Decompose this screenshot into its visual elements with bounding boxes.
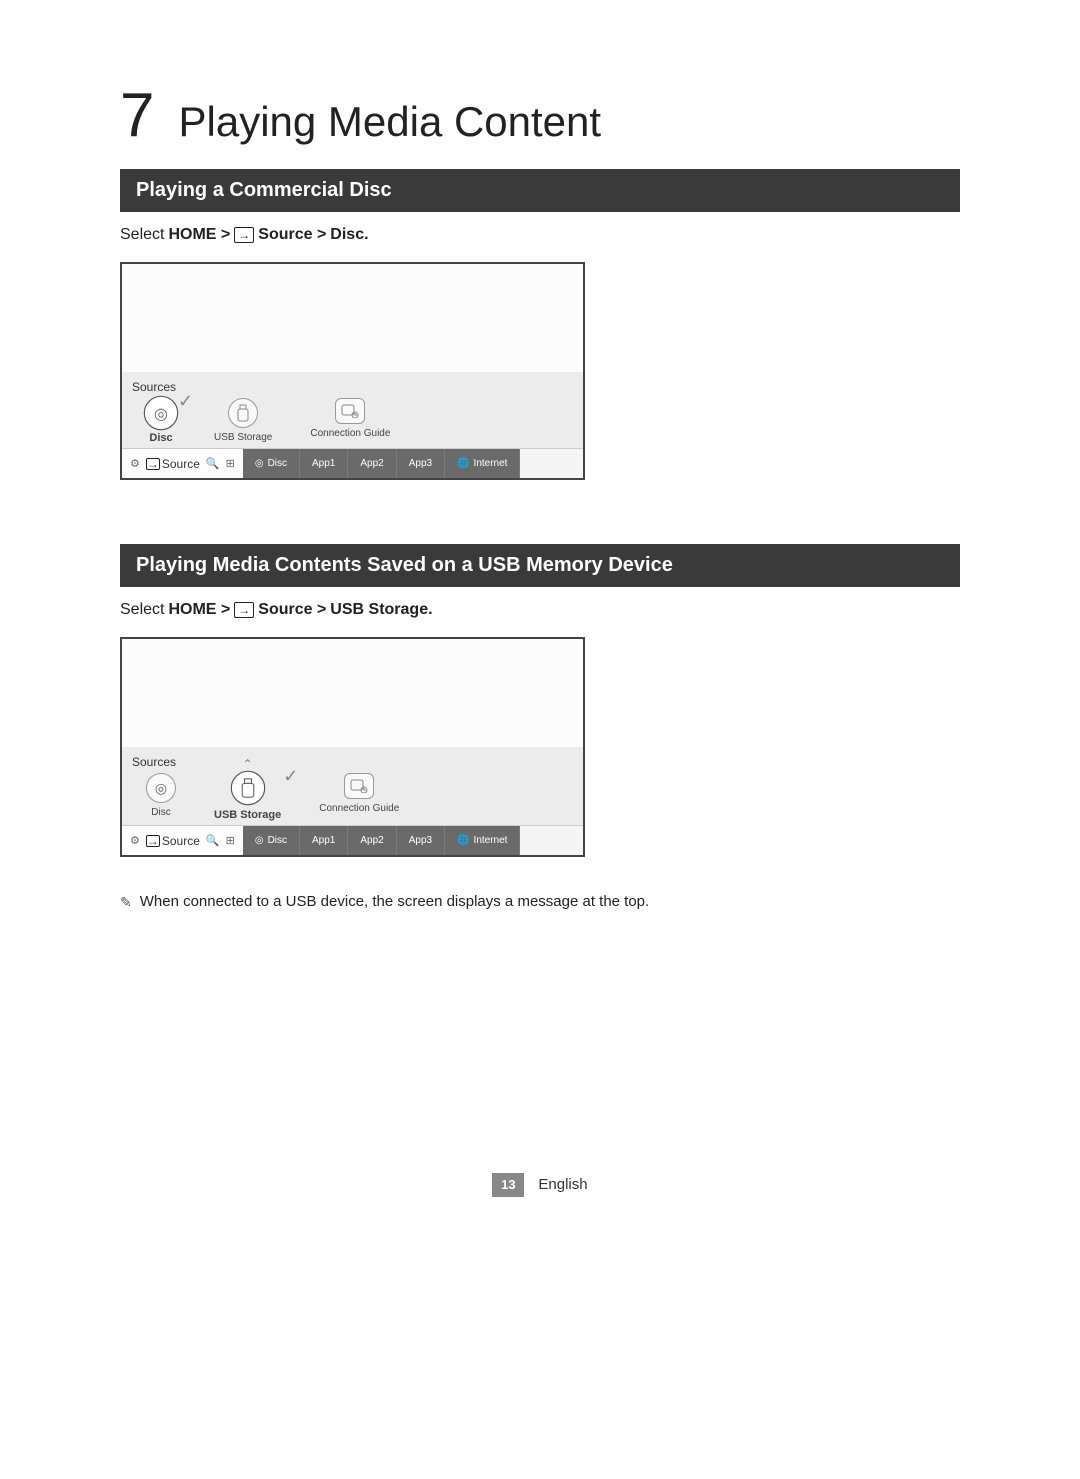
apps-grid-icon[interactable]: ⊞ — [226, 834, 235, 847]
source-usb[interactable]: USB Storage — [214, 398, 272, 443]
instruction-disc: Select HOME > Source > Disc. — [120, 226, 960, 244]
gear-icon[interactable]: ⚙ — [130, 834, 140, 847]
tv-screenshot-disc: Sources ✓ ◎ Disc USB Storage — [120, 262, 585, 480]
source-disc[interactable]: ✓ ◎ Disc — [146, 398, 176, 444]
guide-icon — [335, 398, 365, 424]
chip-disc[interactable]: ◎ Disc — [243, 449, 300, 478]
chip-disc[interactable]: ◎ Disc — [243, 826, 300, 855]
tv-display-area — [122, 264, 583, 372]
instr-home: HOME > — [168, 601, 230, 619]
section-heading-commercial-disc: Playing a Commercial Disc — [120, 169, 960, 212]
launcher-spacer — [520, 449, 583, 478]
source-icons-row: ✓ ◎ Disc USB Storage Connection Guide — [132, 398, 573, 444]
instr-source: Source > — [258, 226, 326, 244]
source-usb-label: USB Storage — [214, 809, 281, 821]
usb-icon — [230, 771, 265, 806]
source-icon — [146, 458, 160, 470]
source-icon — [234, 602, 254, 618]
chip-internet[interactable]: 🌐 Internet — [445, 826, 520, 855]
source-guide-label: Connection Guide — [310, 428, 390, 439]
chip-internet-label: Internet — [474, 835, 508, 846]
disc-icon: ◎ — [255, 458, 264, 469]
note-bullet-icon: ✎ — [120, 893, 132, 913]
source-usb[interactable]: ⌃ ✓ USB Storage — [214, 773, 281, 821]
page-footer: 13 English — [120, 1173, 960, 1197]
launcher-bar: ⚙ Source 🔍 ⊞ ◎ Disc App1 App2 App3 🌐 I — [122, 825, 583, 855]
source-guide[interactable]: Connection Guide — [310, 398, 390, 439]
source-guide[interactable]: Connection Guide — [319, 773, 399, 814]
chip-internet-label: Internet — [474, 458, 508, 469]
chip-app1[interactable]: App1 — [300, 826, 348, 855]
disc-icon: ◎ — [146, 773, 176, 803]
globe-icon: 🌐 — [457, 458, 469, 469]
sources-row: Sources ✓ ◎ Disc USB Storage — [122, 372, 583, 448]
sources-row: Sources ◎ Disc ⌃ ✓ USB Storage — [122, 747, 583, 825]
sources-label: Sources — [132, 755, 573, 769]
page-number: 13 — [492, 1173, 524, 1197]
launcher-source-word: Source — [162, 457, 200, 471]
launcher-left: ⚙ Source 🔍 ⊞ — [122, 826, 243, 855]
chip-internet[interactable]: 🌐 Internet — [445, 449, 520, 478]
instr-target-usb: USB Storage. — [330, 601, 432, 619]
disc-icon: ◎ — [255, 835, 264, 846]
instr-word-select: Select — [120, 226, 164, 244]
sources-label: Sources — [132, 380, 573, 394]
launcher-source[interactable]: Source — [146, 457, 200, 471]
source-usb-label: USB Storage — [214, 432, 272, 443]
launcher-chips: ◎ Disc App1 App2 App3 🌐 Internet — [243, 826, 521, 855]
launcher-bar: ⚙ Source 🔍 ⊞ ◎ Disc App1 App2 App3 🌐 I — [122, 448, 583, 478]
check-icon: ✓ — [283, 767, 301, 785]
source-disc[interactable]: ◎ Disc — [146, 773, 176, 818]
search-icon[interactable]: 🔍 — [206, 834, 220, 847]
launcher-spacer — [520, 826, 583, 855]
chip-app3[interactable]: App3 — [397, 826, 445, 855]
launcher-chips: ◎ Disc App1 App2 App3 🌐 Internet — [243, 449, 521, 478]
search-icon[interactable]: 🔍 — [206, 457, 220, 470]
chip-disc-label: Disc — [268, 458, 287, 469]
chapter-heading: 7 Playing Media Content — [120, 80, 960, 151]
gear-icon[interactable]: ⚙ — [130, 457, 140, 470]
instr-home: HOME > — [168, 226, 230, 244]
page-language: English — [538, 1176, 587, 1193]
launcher-left: ⚙ Source 🔍 ⊞ — [122, 449, 243, 478]
chapter-number: 7 — [120, 80, 154, 151]
source-icon — [146, 835, 160, 847]
chip-app3[interactable]: App3 — [397, 449, 445, 478]
guide-icon — [344, 773, 374, 799]
note-text: When connected to a USB device, the scre… — [140, 893, 649, 913]
globe-icon: 🌐 — [457, 835, 469, 846]
source-icons-row: ◎ Disc ⌃ ✓ USB Storage Connection Guide — [132, 773, 573, 821]
source-disc-label: Disc — [151, 807, 170, 818]
launcher-source-word: Source — [162, 834, 200, 848]
usb-icon — [228, 398, 258, 428]
launcher-source[interactable]: Source — [146, 834, 200, 848]
instr-target-disc: Disc. — [330, 226, 368, 244]
chip-app2[interactable]: App2 — [348, 449, 396, 478]
chevron-up-icon: ⌃ — [243, 757, 253, 771]
chapter-title: Playing Media Content — [178, 98, 601, 146]
instr-source: Source > — [258, 601, 326, 619]
note-usb-message: ✎ When connected to a USB device, the sc… — [120, 893, 960, 913]
chip-disc-label: Disc — [268, 835, 287, 846]
disc-icon: ◎ — [144, 396, 179, 431]
section-heading-usb: Playing Media Contents Saved on a USB Me… — [120, 544, 960, 587]
instruction-usb: Select HOME > Source > USB Storage. — [120, 601, 960, 619]
tv-display-area — [122, 639, 583, 747]
instr-word-select: Select — [120, 601, 164, 619]
chip-app1[interactable]: App1 — [300, 449, 348, 478]
apps-grid-icon[interactable]: ⊞ — [226, 457, 235, 470]
source-guide-label: Connection Guide — [319, 803, 399, 814]
source-disc-label: Disc — [149, 432, 172, 444]
chip-app2[interactable]: App2 — [348, 826, 396, 855]
tv-screenshot-usb: Sources ◎ Disc ⌃ ✓ USB Storage — [120, 637, 585, 857]
source-icon — [234, 227, 254, 243]
check-icon: ✓ — [178, 392, 196, 410]
